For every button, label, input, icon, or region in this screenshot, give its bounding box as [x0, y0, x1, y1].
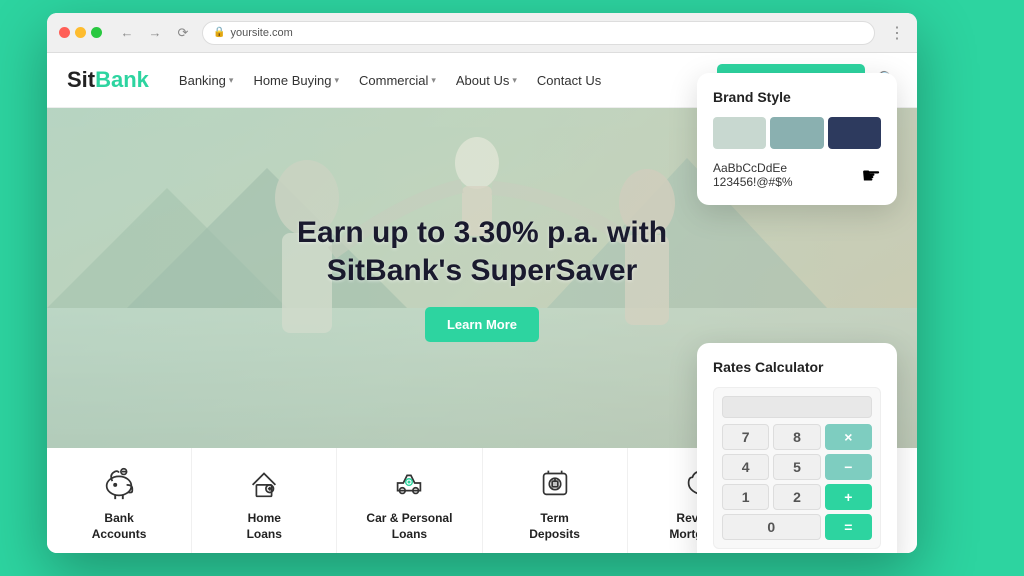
- address-bar[interactable]: 🔒 yoursite.com: [202, 21, 875, 45]
- main-navigation: Banking ▾ Home Buying ▾ Commercial ▾ Abo…: [179, 73, 601, 88]
- brand-style-title: Brand Style: [713, 89, 881, 105]
- chevron-down-icon: ▾: [512, 75, 517, 86]
- car-loans-label: Car & PersonalLoans: [366, 511, 452, 542]
- ssl-lock-icon: 🔒: [213, 27, 225, 38]
- calc-key-7[interactable]: 7: [722, 424, 769, 450]
- swatch-dark: [828, 117, 881, 149]
- close-dot[interactable]: [59, 27, 70, 38]
- learn-more-button[interactable]: Learn More: [425, 307, 539, 342]
- bank-accounts-label: BankAccounts: [92, 511, 147, 542]
- logo-bank: Bank: [95, 67, 149, 92]
- chevron-down-icon: ▾: [334, 75, 339, 86]
- nav-commercial[interactable]: Commercial ▾: [359, 73, 436, 88]
- hero-headline: Earn up to 3.30% p.a. with SitBank's Sup…: [297, 214, 667, 289]
- calc-key-equals[interactable]: =: [825, 514, 872, 540]
- rates-calculator-panel: Rates Calculator 7 8 × 4 5 − 1 2 + 0 =: [697, 343, 897, 553]
- calc-key-1[interactable]: 1: [722, 484, 769, 510]
- home-loans-icon: [244, 463, 284, 503]
- browser-navigation: ← → ⟳: [116, 22, 194, 44]
- service-card-term-deposits[interactable]: TermDeposits: [483, 448, 628, 553]
- browser-bar: ← → ⟳ 🔒 yoursite.com ⋮: [47, 13, 917, 53]
- calc-key-multiply[interactable]: ×: [825, 424, 872, 450]
- chevron-down-icon: ▾: [229, 75, 234, 86]
- car-loans-icon: [389, 463, 429, 503]
- piggy-bank-icon: [99, 463, 139, 503]
- rates-calculator-title: Rates Calculator: [713, 359, 881, 375]
- hero-text-block: Earn up to 3.30% p.a. with SitBank's Sup…: [297, 214, 667, 342]
- nav-about-us[interactable]: About Us ▾: [456, 73, 517, 88]
- calc-key-4[interactable]: 4: [722, 454, 769, 480]
- browser-traffic-lights: [59, 27, 102, 38]
- calc-key-8[interactable]: 8: [773, 424, 820, 450]
- calc-key-plus[interactable]: +: [825, 484, 872, 510]
- url-text: yoursite.com: [230, 27, 292, 39]
- browser-window: ← → ⟳ 🔒 yoursite.com ⋮ SitBank Banking ▾…: [47, 13, 917, 553]
- nav-banking[interactable]: Banking ▾: [179, 73, 234, 88]
- brand-style-panel: Brand Style AaBbCcDdEe123456!@#$% ☛: [697, 73, 897, 205]
- term-deposits-label: TermDeposits: [529, 511, 580, 542]
- nav-home-buying[interactable]: Home Buying ▾: [253, 73, 339, 88]
- refresh-button[interactable]: ⟳: [172, 22, 194, 44]
- cursor-hand-icon: ☛: [861, 163, 881, 189]
- minimize-dot[interactable]: [75, 27, 86, 38]
- back-button[interactable]: ←: [116, 22, 138, 44]
- nav-contact-us[interactable]: Contact Us: [537, 73, 601, 88]
- term-deposits-icon: [535, 463, 575, 503]
- chevron-down-icon: ▾: [431, 75, 436, 86]
- logo-sit: Sit: [67, 67, 95, 92]
- fullscreen-dot[interactable]: [91, 27, 102, 38]
- forward-button[interactable]: →: [144, 22, 166, 44]
- swatch-light: [713, 117, 766, 149]
- swatch-mid: [770, 117, 823, 149]
- calc-key-0[interactable]: 0: [722, 514, 821, 540]
- home-loans-label: HomeLoans: [247, 511, 282, 542]
- calc-key-5[interactable]: 5: [773, 454, 820, 480]
- calc-key-2[interactable]: 2: [773, 484, 820, 510]
- calc-display: [722, 396, 872, 418]
- service-card-home-loans[interactable]: HomeLoans: [192, 448, 337, 553]
- calc-key-minus[interactable]: −: [825, 454, 872, 480]
- service-card-bank-accounts[interactable]: BankAccounts: [47, 448, 192, 553]
- site-logo: SitBank: [67, 67, 149, 93]
- browser-more-button[interactable]: ⋮: [889, 23, 905, 43]
- font-sample: AaBbCcDdEe123456!@#$%: [713, 161, 881, 189]
- color-swatches: [713, 117, 881, 149]
- service-card-car-loans[interactable]: Car & PersonalLoans: [337, 448, 482, 553]
